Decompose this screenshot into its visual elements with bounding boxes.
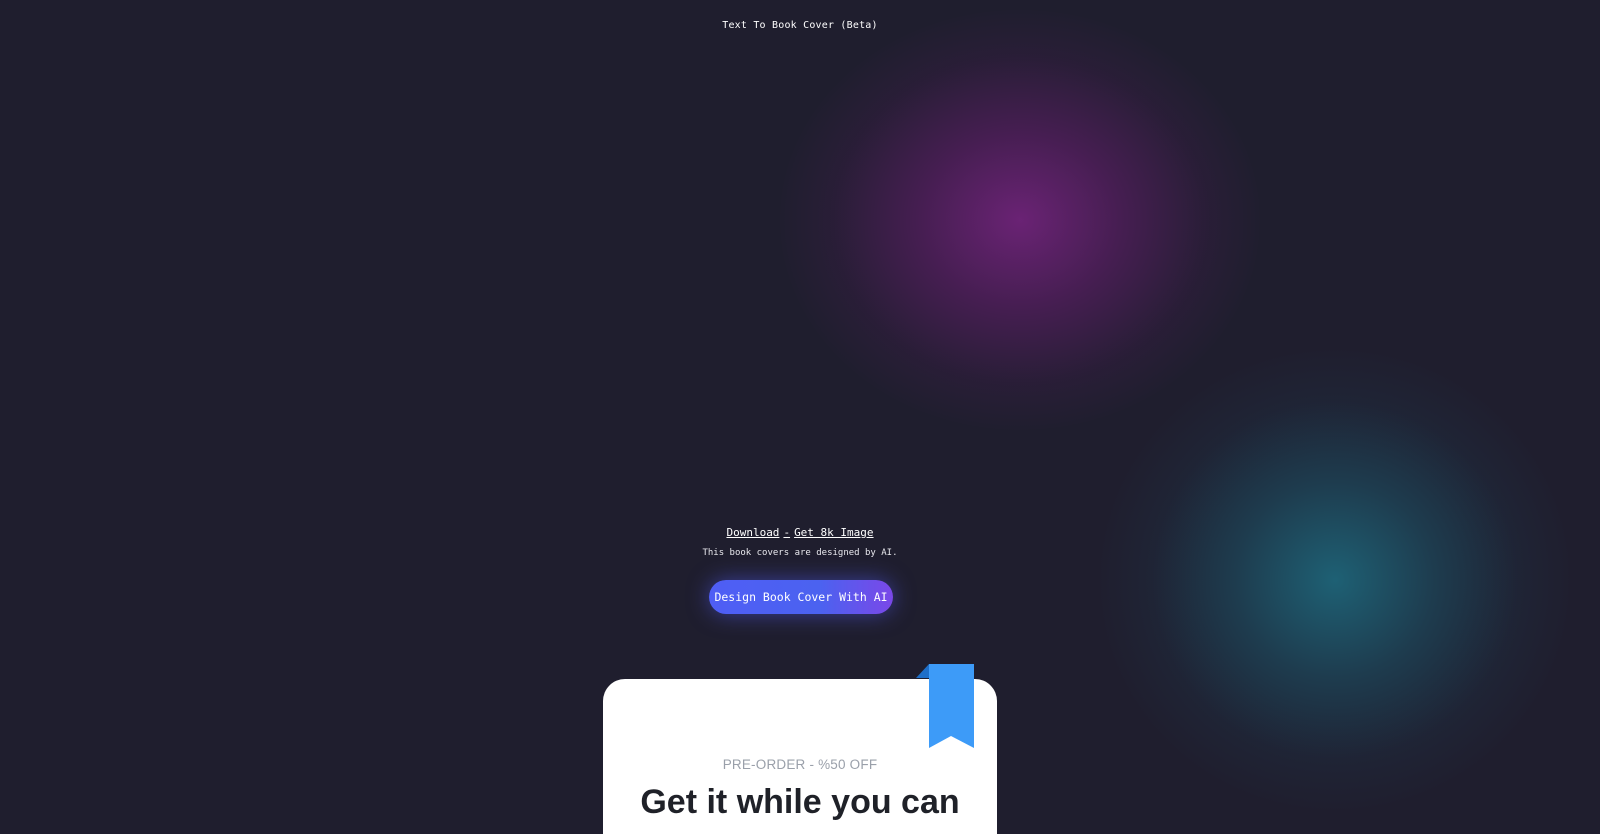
purple-glow-decoration [780,10,1260,430]
ai-caption: This book covers are designed by AI. [702,548,898,558]
link-separator: - [783,526,791,539]
get-8k-image-link[interactable]: Get 8k Image [794,526,873,539]
download-links: Download - Get 8k Image [0,526,1600,539]
promo-headline: Get it while you can [640,783,960,821]
design-book-cover-button[interactable]: Design Book Cover With AI [709,580,893,614]
bookmark-icon [916,664,974,748]
download-link[interactable]: Download [726,526,779,539]
page: Text To Book Cover (Beta) Download - Get 8… [0,0,1600,834]
teal-glow-decoration [1100,350,1570,810]
preorder-label: PRE-ORDER - %50 OFF [722,757,878,772]
page-title: Text To Book Cover (Beta) [722,20,878,31]
